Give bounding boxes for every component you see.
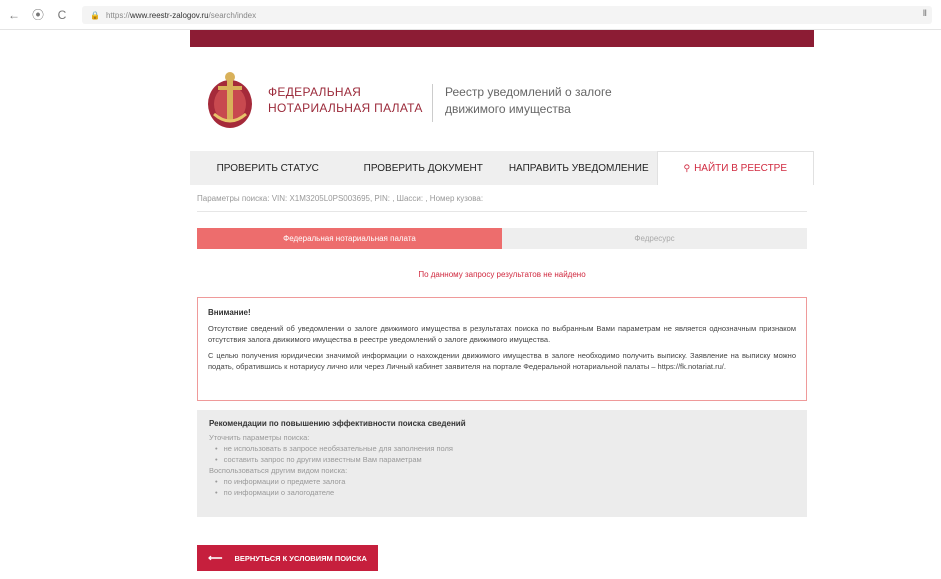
back-icon[interactable]: ← <box>4 5 24 25</box>
back-to-search-button[interactable]: ⟵ ВЕРНУТЬСЯ К УСЛОВИЯМ ПОИСКА <box>197 545 378 571</box>
url-prefix: https:// <box>105 10 130 20</box>
tab-check-document[interactable]: ПРОВЕРИТЬ ДОКУМЕНТ <box>346 151 502 185</box>
recommendations-list-1: не использовать в запросе необязательные… <box>209 443 795 465</box>
tab-check-status[interactable]: ПРОВЕРИТЬ СТАТУС <box>190 151 346 185</box>
no-results-message: По данному запросу результатов не найден… <box>418 270 586 279</box>
url-path: /search/index <box>208 10 257 20</box>
main-tabs: ПРОВЕРИТЬ СТАТУС ПРОВЕРИТЬ ДОКУМЕНТ НАПР… <box>190 151 814 185</box>
notary-emblem-icon <box>208 72 252 128</box>
source-tab-fedresurs[interactable]: Федресурс <box>502 228 807 249</box>
header-strip <box>190 30 814 47</box>
registry-name-line1: Реестр уведомлений о залоге <box>445 85 612 99</box>
address-bar[interactable]: 🔒 https:// www.reestr-zalogov.ru /search… <box>82 6 932 24</box>
browser-toolbar: ← ⦿ C 🔒 https:// www.reestr-zalogov.ru /… <box>0 0 941 30</box>
org-name-line2: НОТАРИАЛЬНАЯ ПАЛАТА <box>268 101 423 115</box>
recommendations-box: Рекомендации по повышению эффективности … <box>197 410 807 517</box>
source-tab-fnp[interactable]: Федеральная нотариальная палата <box>197 228 502 249</box>
org-name-line1: ФЕДЕРАЛЬНАЯ <box>268 85 362 99</box>
registry-name-line2: движимого имущества <box>445 102 571 116</box>
bookmark-icon[interactable]: Ⅱ <box>923 8 927 19</box>
tab-find-in-registry[interactable]: ⚲ НАЙТИ В РЕЕСТРЕ <box>656 151 814 185</box>
url-host: www.reestr-zalogov.ru <box>129 10 209 20</box>
search-params: Параметры поиска: VIN: X1M3205L0PS003695… <box>197 194 807 212</box>
forward-icon[interactable]: ⦿ <box>28 5 48 25</box>
search-icon: ⚲ <box>683 163 691 173</box>
list-item: по информации о залогодателе <box>215 487 795 498</box>
source-tabs: Федеральная нотариальная палата Федресур… <box>197 228 807 249</box>
back-to-search-label: ВЕРНУТЬСЯ К УСЛОВИЯМ ПОИСКА <box>234 553 367 563</box>
registry-name: Реестр уведомлений о залоге движимого им… <box>445 84 645 118</box>
recommendations-title: Рекомендации по повышению эффективности … <box>209 419 466 428</box>
tab-find-in-registry-label: НАЙТИ В РЕЕСТРЕ <box>694 163 788 174</box>
arrow-left-icon: ⟵ <box>208 552 223 564</box>
org-name[interactable]: ФЕДЕРАЛЬНАЯ НОТАРИАЛЬНАЯ ПАЛАТА <box>268 84 423 116</box>
warning-box: Внимание! Отсутствие сведений об уведомл… <box>197 297 807 401</box>
recommendations-intro-2: Воспользоваться другим видом поиска: <box>209 466 348 475</box>
warning-title: Внимание! <box>208 308 251 317</box>
list-item: не использовать в запросе необязательные… <box>215 443 795 454</box>
reload-icon[interactable]: C <box>52 5 72 25</box>
lock-icon: 🔒 <box>90 10 100 20</box>
warning-paragraph-1: Отсутствие сведений об уведомлении о зал… <box>208 324 796 344</box>
warning-paragraph-2: С целью получения юридически значимой ин… <box>208 351 796 371</box>
header-divider <box>432 84 433 122</box>
list-item: составить запрос по другим известным Вам… <box>215 454 795 465</box>
list-item: по информации о предмете залога <box>215 476 795 487</box>
recommendations-intro-1: Уточнить параметры поиска: <box>209 433 310 442</box>
recommendations-list-2: по информации о предмете залога по инфор… <box>209 476 795 498</box>
tab-send-notification[interactable]: НАПРАВИТЬ УВЕДОМЛЕНИЕ <box>501 151 657 185</box>
